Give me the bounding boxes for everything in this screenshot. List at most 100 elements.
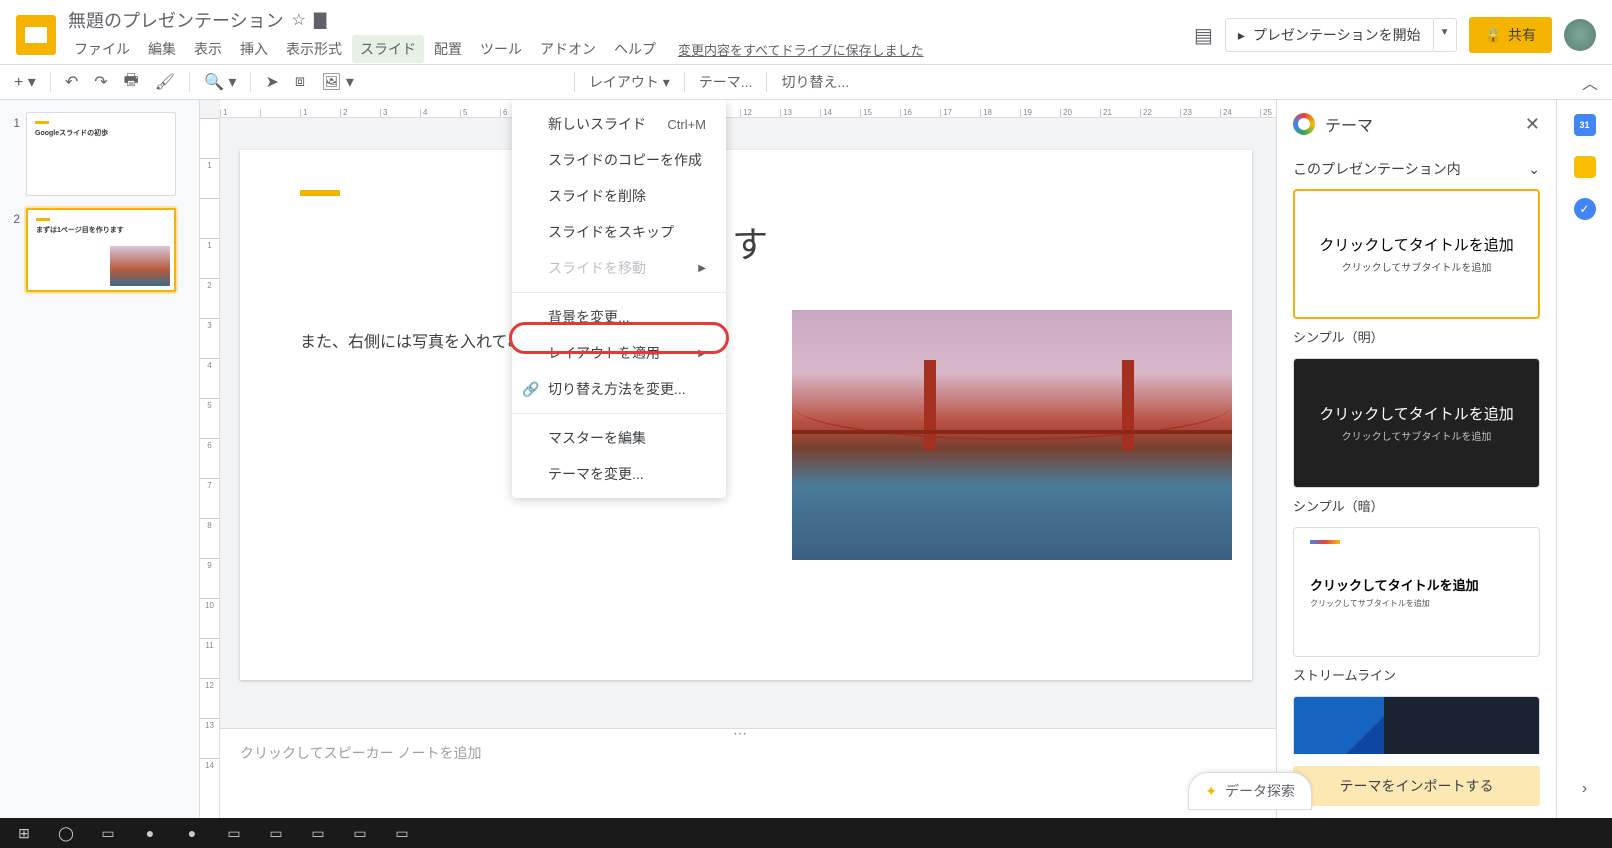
star-icon[interactable]: ☆	[292, 10, 306, 30]
paint-format-button[interactable]: 🖌	[149, 68, 181, 96]
keep-icon[interactable]	[1574, 156, 1596, 178]
speaker-notes[interactable]: クリックしてスピーカー ノートを追加	[220, 728, 1276, 818]
menu-item[interactable]: スライドをスキップ	[512, 214, 726, 250]
layout-dropdown[interactable]: レイアウト ▾	[583, 68, 676, 96]
toolbar: + ▾ ↶ ↷ 🖶 🖌 🔍 ▾ ➤ ⧈ 🖼 ▾ レイアウト ▾ テーマ... 切…	[0, 64, 1612, 100]
notes-placeholder: クリックしてスピーカー ノートを追加	[240, 745, 481, 761]
theme-card[interactable]: クリックしてタイトルを追加	[1293, 696, 1540, 754]
account-avatar[interactable]	[1564, 19, 1596, 51]
transition-button[interactable]: 切り替え...	[775, 68, 855, 96]
expand-rail-icon[interactable]: ›	[1582, 780, 1587, 798]
link-icon: 🔗	[522, 381, 539, 398]
move-folder-icon[interactable]: ▇	[314, 10, 326, 30]
slide-thumbnail[interactable]: まずは1ページ目を作ります	[26, 208, 176, 292]
menu-item[interactable]: 背景を変更...	[512, 299, 726, 335]
image-tool[interactable]: 🖼 ▾	[315, 68, 360, 96]
ruler-vertical: 11234567891011121314	[200, 118, 220, 818]
thumb-number: 2	[8, 208, 20, 292]
taskbar-app[interactable]: ▭	[382, 820, 422, 846]
chevron-down-icon: ⌄	[1528, 161, 1540, 178]
taskbar-app[interactable]: ●	[130, 820, 170, 846]
menu-item[interactable]: テーマを変更...	[512, 456, 726, 492]
slide-accent-bar	[300, 190, 340, 196]
theme-card[interactable]: クリックしてタイトルを追加クリックしてサブタイトルを追加	[1293, 527, 1540, 657]
collapse-toolbar-icon[interactable]: ︿	[1576, 66, 1604, 98]
menu-item[interactable]: マスターを編集	[512, 420, 726, 456]
play-icon: ▸	[1238, 27, 1245, 44]
menu-item[interactable]: スライドのコピーを作成	[512, 142, 726, 178]
undo-button[interactable]: ↶	[59, 68, 84, 96]
select-tool[interactable]: ➤	[259, 68, 284, 96]
share-button[interactable]: 🔒 共有	[1469, 17, 1552, 53]
present-dropdown[interactable]: ▼	[1434, 18, 1457, 52]
menu-ツール[interactable]: ツール	[472, 35, 530, 63]
menu-アドオン[interactable]: アドオン	[532, 35, 604, 63]
theme-section-header[interactable]: このプレゼンテーション内 ⌄	[1277, 149, 1556, 189]
slides-logo[interactable]	[16, 15, 56, 55]
palette-icon	[1293, 113, 1315, 135]
save-status[interactable]: 変更内容をすべてドライブに保存しました	[678, 40, 924, 59]
taskbar-taskview[interactable]: ▭	[88, 820, 128, 846]
taskbar-app[interactable]: ▭	[340, 820, 380, 846]
present-button[interactable]: ▸ プレゼンテーションを開始	[1225, 18, 1434, 52]
menu-編集[interactable]: 編集	[140, 35, 184, 63]
menu-item: スライドを移動▶	[512, 250, 726, 286]
filmstrip: 1Googleスライドの初歩2まずは1ページ目を作ります	[0, 100, 200, 818]
lock-icon: 🔒	[1485, 27, 1502, 44]
close-icon[interactable]: ✕	[1525, 114, 1540, 135]
menu-item[interactable]: レイアウトを適用▶	[512, 335, 726, 371]
menu-配置[interactable]: 配置	[426, 35, 470, 63]
explore-label: データ探索	[1225, 781, 1295, 801]
windows-taskbar: ⊞ ◯ ▭ ● ● ▭ ▭ ▭ ▭ ▭	[0, 818, 1612, 848]
side-rail: 31 ›	[1556, 100, 1612, 818]
theme-list: クリックしてタイトルを追加クリックしてサブタイトルを追加シンプル（明）クリックし…	[1277, 189, 1556, 754]
menu-item[interactable]: 新しいスライドCtrl+M	[512, 106, 726, 142]
redo-button[interactable]: ↷	[88, 68, 113, 96]
notes-resize-handle[interactable]	[733, 725, 763, 733]
theme-section-label: このプレゼンテーション内	[1293, 159, 1461, 179]
menu-ファイル[interactable]: ファイル	[66, 35, 138, 63]
ruler-horizontal: 1123456789101112131415161718192021222324…	[220, 100, 1276, 118]
theme-name: シンプル（明）	[1293, 327, 1540, 346]
menu-表示形式[interactable]: 表示形式	[278, 35, 350, 63]
slide-menu-dropdown: 新しいスライドCtrl+Mスライドのコピーを作成スライドを削除スライドをスキップ…	[512, 100, 726, 498]
new-slide-button[interactable]: + ▾	[8, 68, 42, 96]
explore-star-icon: ✦	[1205, 783, 1217, 800]
textbox-tool[interactable]: ⧈	[289, 69, 311, 95]
comments-icon[interactable]: ▤	[1194, 23, 1213, 48]
taskbar-start[interactable]: ⊞	[4, 820, 44, 846]
menu-item[interactable]: スライドを削除	[512, 178, 726, 214]
theme-card[interactable]: クリックしてタイトルを追加クリックしてサブタイトルを追加	[1293, 358, 1540, 488]
menu-スライド[interactable]: スライド	[352, 35, 424, 63]
thumb-number: 1	[8, 112, 20, 196]
taskbar-app[interactable]: ▭	[256, 820, 296, 846]
tasks-icon[interactable]	[1574, 198, 1596, 220]
theme-name: ストリームライン	[1293, 665, 1540, 684]
zoom-button[interactable]: 🔍 ▾	[198, 68, 242, 96]
print-button[interactable]: 🖶	[118, 65, 145, 100]
theme-panel: テーマ ✕ このプレゼンテーション内 ⌄ クリックしてタイトルを追加クリックして…	[1276, 100, 1556, 818]
share-label: 共有	[1508, 25, 1536, 45]
slide-image[interactable]	[792, 310, 1232, 560]
theme-card[interactable]: クリックしてタイトルを追加クリックしてサブタイトルを追加	[1293, 189, 1540, 319]
menu-ヘルプ[interactable]: ヘルプ	[606, 35, 664, 63]
doc-title[interactable]: 無題のプレゼンテーション	[68, 7, 284, 33]
taskbar-search[interactable]: ◯	[46, 820, 86, 846]
slide-title[interactable]: じめを作ります	[300, 216, 1192, 268]
canvas-area: 1123456789101112131415161718192021222324…	[200, 100, 1276, 818]
slide-canvas[interactable]: じめを作ります します。 また、右側には写真を入れてみます。	[240, 150, 1252, 680]
menubar: ファイル編集表示挿入表示形式スライド配置ツールアドオンヘルプ変更内容をすべてドラ…	[64, 33, 1194, 63]
menu-表示[interactable]: 表示	[186, 35, 230, 63]
taskbar-app[interactable]: ●	[172, 820, 212, 846]
menu-挿入[interactable]: 挿入	[232, 35, 276, 63]
theme-panel-title: テーマ	[1325, 112, 1515, 136]
explore-button[interactable]: ✦ データ探索	[1188, 772, 1312, 810]
taskbar-app[interactable]: ▭	[214, 820, 254, 846]
theme-button[interactable]: テーマ...	[693, 68, 759, 96]
theme-name: シンプル（暗）	[1293, 496, 1540, 515]
import-theme-button[interactable]: テーマをインポートする	[1293, 766, 1540, 806]
slide-thumbnail[interactable]: Googleスライドの初歩	[26, 112, 176, 196]
calendar-icon[interactable]: 31	[1574, 114, 1596, 136]
menu-item[interactable]: 🔗切り替え方法を変更...	[512, 371, 726, 407]
taskbar-app[interactable]: ▭	[298, 820, 338, 846]
